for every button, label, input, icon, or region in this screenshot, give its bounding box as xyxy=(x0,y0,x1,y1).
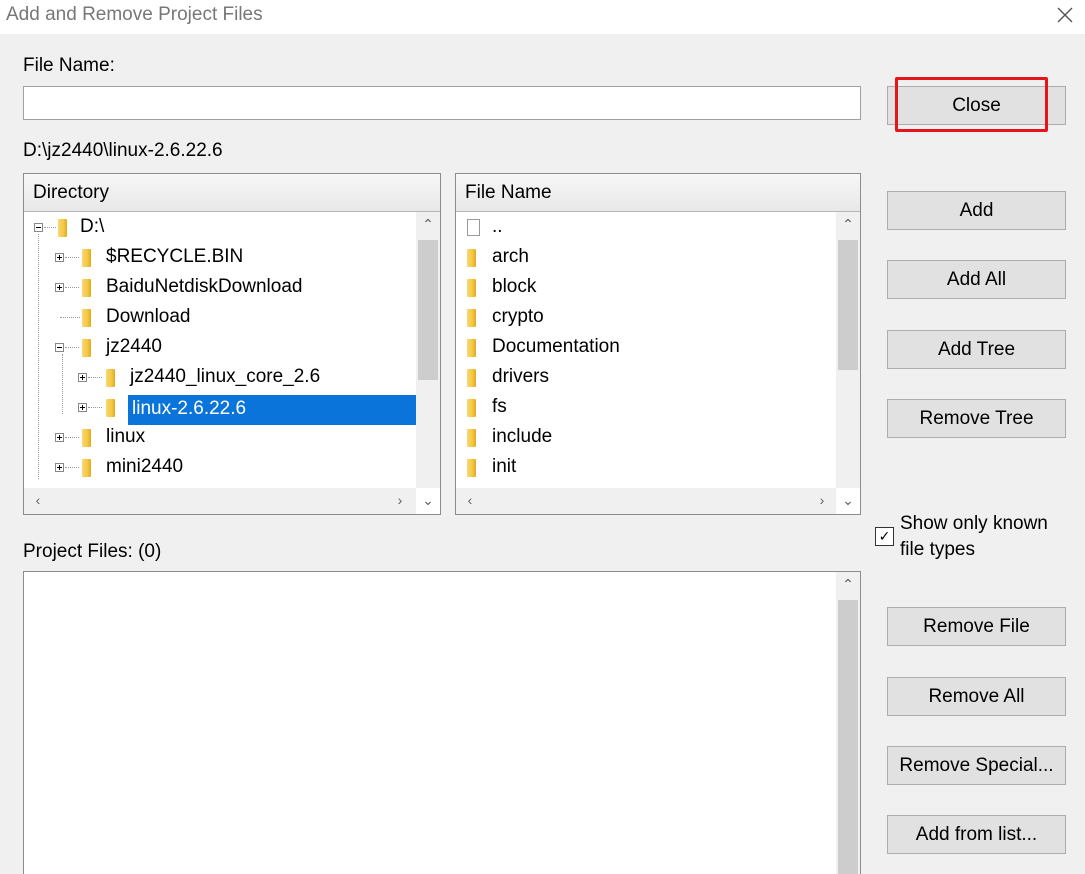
tree-line xyxy=(44,227,56,229)
window-title: Add and Remove Project Files xyxy=(6,4,263,25)
tree-item-drive[interactable]: D:\ xyxy=(80,213,104,241)
expander-plus-icon[interactable] xyxy=(55,433,64,442)
remove-tree-button[interactable]: Remove Tree xyxy=(887,399,1066,438)
project-files-vertical-scrollbar[interactable]: ⌃ xyxy=(836,572,860,874)
folder-icon xyxy=(467,279,476,297)
add-button[interactable]: Add xyxy=(887,191,1066,230)
scroll-right-icon[interactable]: › xyxy=(812,492,832,508)
folder-icon xyxy=(58,219,67,237)
file-item-block[interactable]: block xyxy=(492,273,536,301)
close-highlight-annotation xyxy=(895,77,1048,132)
show-known-label-line1: Show only known xyxy=(900,513,1048,534)
tree-line xyxy=(65,347,79,349)
tree-line xyxy=(38,234,40,479)
tree-line xyxy=(65,287,79,289)
tree-line xyxy=(60,317,80,319)
tree-item-linux[interactable]: linux xyxy=(106,423,145,451)
project-files-label: Project Files: (0) xyxy=(23,541,162,562)
folder-icon xyxy=(467,249,476,267)
file-list-horizontal-scrollbar[interactable]: ‹ › xyxy=(456,488,836,514)
scroll-thumb[interactable] xyxy=(838,600,858,874)
tree-item-linux-selected[interactable]: linux-2.6.22.6 xyxy=(128,395,416,425)
folder-icon xyxy=(82,309,91,327)
tree-item-mini2440[interactable]: mini2440 xyxy=(106,453,183,481)
add-from-list-button[interactable]: Add from list... xyxy=(887,815,1066,854)
scroll-left-icon[interactable]: ‹ xyxy=(460,492,480,508)
file-name-label: File Name: xyxy=(23,55,115,76)
expander-plus-icon[interactable] xyxy=(55,253,64,262)
file-item-crypto[interactable]: crypto xyxy=(492,303,544,331)
tree-line xyxy=(65,437,79,439)
scroll-up-icon[interactable]: ⌃ xyxy=(418,216,438,233)
show-known-label-line2: file types xyxy=(900,539,975,560)
tree-line xyxy=(65,467,79,469)
remove-all-button[interactable]: Remove All xyxy=(887,677,1066,716)
file-item-include[interactable]: include xyxy=(492,423,552,451)
expander-plus-icon[interactable] xyxy=(78,373,87,382)
file-item-parent[interactable]: .. xyxy=(492,213,503,241)
tree-item-baidunetdiskdownload[interactable]: BaiduNetdiskDownload xyxy=(106,273,302,301)
folder-icon xyxy=(82,279,91,297)
scroll-thumb[interactable] xyxy=(418,240,438,380)
scroll-down-icon[interactable]: ⌄ xyxy=(838,492,858,509)
folder-icon xyxy=(106,399,115,417)
tree-item-recycle-bin[interactable]: $RECYCLE.BIN xyxy=(106,243,243,271)
expander-plus-icon[interactable] xyxy=(55,463,64,472)
file-name-header[interactable]: File Name xyxy=(456,174,860,212)
add-tree-button[interactable]: Add Tree xyxy=(887,330,1066,369)
remove-file-button[interactable]: Remove File xyxy=(887,607,1066,646)
tree-item-jz2440-linux-core[interactable]: jz2440_linux_core_2.6 xyxy=(130,363,320,391)
directory-header[interactable]: Directory xyxy=(24,174,440,212)
expander-minus-icon[interactable] xyxy=(34,223,43,232)
folder-icon xyxy=(106,369,115,387)
folder-icon xyxy=(82,339,91,357)
folder-icon xyxy=(82,249,91,267)
tree-line xyxy=(62,354,64,414)
file-item-fs[interactable]: fs xyxy=(492,393,507,421)
expander-minus-icon[interactable] xyxy=(55,343,64,352)
tree-item-jz2440[interactable]: jz2440 xyxy=(106,333,162,361)
tree-line xyxy=(88,407,102,409)
tree-line xyxy=(88,377,102,379)
folder-icon xyxy=(467,459,476,477)
folder-icon xyxy=(82,459,91,477)
add-all-button[interactable]: Add All xyxy=(887,260,1066,299)
file-item-documentation[interactable]: Documentation xyxy=(492,333,620,361)
file-item-drivers[interactable]: drivers xyxy=(492,363,549,391)
current-path: D:\jz2440\linux-2.6.22.6 xyxy=(23,140,223,161)
folder-icon xyxy=(467,309,476,327)
folder-icon xyxy=(467,369,476,387)
file-name-input[interactable] xyxy=(23,86,861,120)
scroll-down-icon[interactable]: ⌄ xyxy=(418,492,438,509)
file-icon xyxy=(467,219,480,236)
folder-icon xyxy=(467,399,476,417)
remove-special-button[interactable]: Remove Special... xyxy=(887,746,1066,785)
expander-plus-icon[interactable] xyxy=(55,283,64,292)
show-known-checkbox[interactable]: ✓ xyxy=(875,527,894,546)
project-files-list[interactable]: ⌃ xyxy=(23,571,861,874)
tree-item-download[interactable]: Download xyxy=(106,303,191,331)
file-list-vertical-scrollbar[interactable]: ⌃ xyxy=(836,212,860,488)
directory-vertical-scrollbar[interactable]: ⌃ xyxy=(416,212,440,488)
folder-icon xyxy=(82,429,91,447)
file-item-init[interactable]: init xyxy=(492,453,516,481)
folder-icon xyxy=(467,429,476,447)
file-list-panel[interactable]: File Name .. arch block crypto Documenta… xyxy=(455,173,861,515)
folder-icon xyxy=(467,339,476,357)
directory-horizontal-scrollbar[interactable]: ‹ › xyxy=(24,488,416,514)
scroll-left-icon[interactable]: ‹ xyxy=(28,492,48,508)
scroll-thumb[interactable] xyxy=(838,240,858,370)
scroll-right-icon[interactable]: › xyxy=(390,492,410,508)
scroll-up-icon[interactable]: ⌃ xyxy=(838,576,858,593)
expander-plus-icon[interactable] xyxy=(78,403,87,412)
directory-panel[interactable]: Directory D:\ $RECYCLE.BIN BaiduNetdiskD… xyxy=(23,173,441,515)
tree-line xyxy=(65,257,79,259)
file-item-arch[interactable]: arch xyxy=(492,243,529,271)
window-close-icon[interactable] xyxy=(1052,2,1078,28)
scroll-up-icon[interactable]: ⌃ xyxy=(838,216,858,233)
